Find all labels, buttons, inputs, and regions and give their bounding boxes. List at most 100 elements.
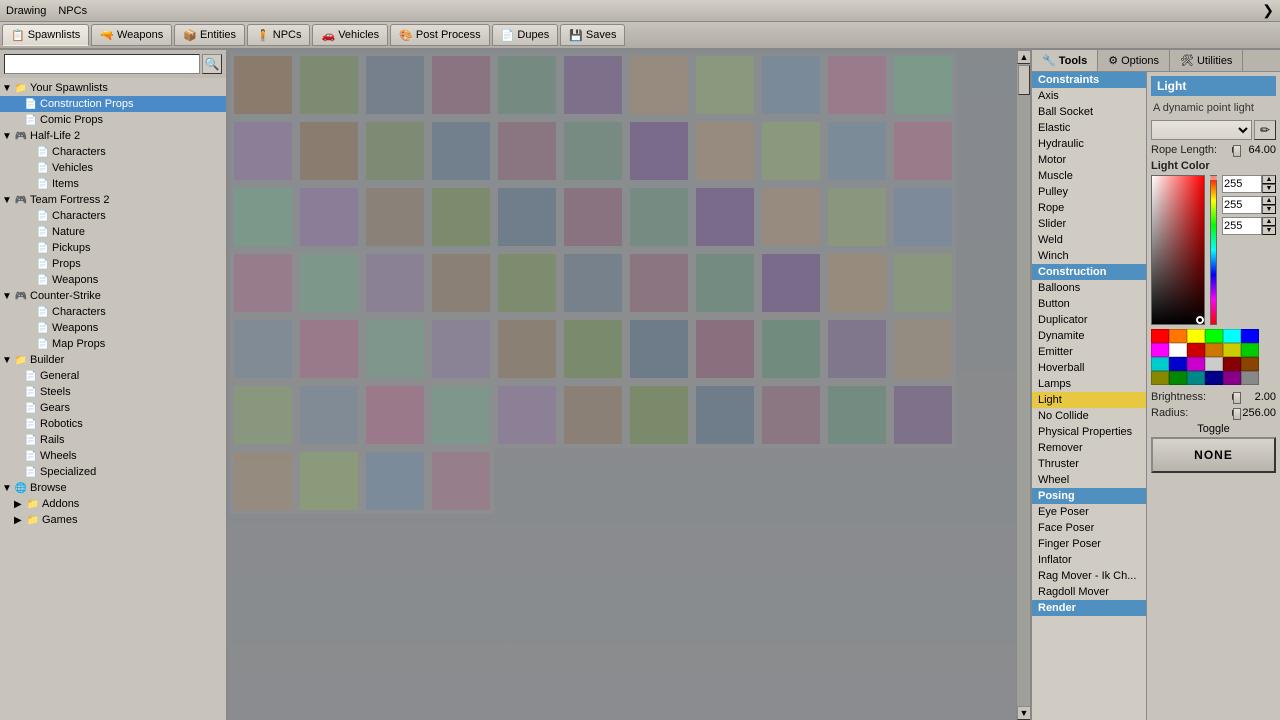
- grid-item[interactable]: [890, 118, 956, 184]
- tab-weapons[interactable]: 🔫 Weapons: [91, 24, 172, 46]
- color-swatch[interactable]: [1151, 357, 1169, 371]
- tree-item-your-spawnlists[interactable]: ▼ 📁 Your Spawnlists: [0, 80, 226, 96]
- construction-nocollide[interactable]: No Collide: [1032, 408, 1146, 424]
- rope-length-thumb[interactable]: [1233, 145, 1241, 157]
- constraint-axis[interactable]: Axis: [1032, 88, 1146, 104]
- grid-item[interactable]: [890, 382, 956, 448]
- grid-item[interactable]: [890, 250, 956, 316]
- constraint-winch[interactable]: Winch: [1032, 248, 1146, 264]
- posing-ragmover-ik[interactable]: Rag Mover - Ik Ch...: [1032, 568, 1146, 584]
- collapse-arrow[interactable]: ❯: [1262, 2, 1274, 19]
- color-swatch[interactable]: [1223, 329, 1241, 343]
- grid-item[interactable]: [230, 250, 296, 316]
- posing-face[interactable]: Face Poser: [1032, 520, 1146, 536]
- grid-item[interactable]: [230, 448, 296, 514]
- brightness-thumb[interactable]: [1233, 392, 1241, 404]
- constraint-ball-socket[interactable]: Ball Socket: [1032, 104, 1146, 120]
- construction-hoverball[interactable]: Hoverball: [1032, 360, 1146, 376]
- tree-item-addons[interactable]: ▶ 📁 Addons: [0, 496, 226, 512]
- grid-item[interactable]: [626, 118, 692, 184]
- color-swatch[interactable]: [1187, 357, 1205, 371]
- grid-item[interactable]: [428, 184, 494, 250]
- grid-item[interactable]: [494, 52, 560, 118]
- posing-eye[interactable]: Eye Poser: [1032, 504, 1146, 520]
- color-swatch[interactable]: [1169, 371, 1187, 385]
- color-swatch[interactable]: [1205, 357, 1223, 371]
- grid-item[interactable]: [296, 316, 362, 382]
- grid-item[interactable]: [560, 250, 626, 316]
- grid-item[interactable]: [428, 382, 494, 448]
- construction-button[interactable]: Button: [1032, 296, 1146, 312]
- menu-drawing[interactable]: Drawing: [6, 5, 46, 17]
- grid-item[interactable]: [560, 316, 626, 382]
- radius-thumb[interactable]: [1233, 408, 1241, 420]
- grid-item[interactable]: [824, 316, 890, 382]
- color-swatch[interactable]: [1151, 343, 1169, 357]
- tab-vehicles[interactable]: 🚗 Vehicles: [312, 24, 388, 46]
- construction-lamps[interactable]: Lamps: [1032, 376, 1146, 392]
- grid-item[interactable]: [560, 382, 626, 448]
- construction-balloons[interactable]: Balloons: [1032, 280, 1146, 296]
- grid-item[interactable]: [296, 118, 362, 184]
- color-gradient-picker[interactable]: [1151, 175, 1205, 325]
- menu-npcs[interactable]: NPCs: [58, 5, 87, 17]
- grid-item[interactable]: [494, 118, 560, 184]
- color-swatch[interactable]: [1241, 343, 1259, 357]
- rope-length-slider[interactable]: [1232, 147, 1234, 153]
- toggle-hl2[interactable]: ▼: [2, 131, 14, 142]
- grid-item[interactable]: [890, 184, 956, 250]
- tree-item-builder-gears[interactable]: 📄 Gears: [0, 400, 226, 416]
- grid-item[interactable]: [230, 316, 296, 382]
- toggle-your-spawnlists[interactable]: ▼: [2, 83, 14, 94]
- tree-item-construction-props[interactable]: 📄 Construction Props: [0, 96, 226, 112]
- color-swatch[interactable]: [1223, 371, 1241, 385]
- grid-item[interactable]: [560, 52, 626, 118]
- grid-item[interactable]: [362, 250, 428, 316]
- color-swatch[interactable]: [1241, 371, 1259, 385]
- grid-item[interactable]: [890, 52, 956, 118]
- grid-item[interactable]: [494, 184, 560, 250]
- grid-item[interactable]: [560, 118, 626, 184]
- toggle-browse[interactable]: ▼: [2, 483, 14, 494]
- grid-item[interactable]: [560, 184, 626, 250]
- tree-item-builder-general[interactable]: 📄 General: [0, 368, 226, 384]
- rgb-b-down[interactable]: ▼: [1262, 226, 1276, 235]
- color-swatch[interactable]: [1223, 343, 1241, 357]
- tab-entities[interactable]: 📦 Entities: [174, 24, 245, 46]
- tree-item-tf2-characters[interactable]: 📄 Characters: [0, 208, 226, 224]
- brightness-slider[interactable]: [1232, 394, 1234, 400]
- color-spectrum[interactable]: [1210, 175, 1217, 325]
- grid-item[interactable]: [692, 184, 758, 250]
- grid-item[interactable]: [626, 52, 692, 118]
- rgb-b-up[interactable]: ▲: [1262, 217, 1276, 226]
- edit-button[interactable]: ✏: [1254, 120, 1276, 140]
- vertical-scrollbar[interactable]: ▲ ▼: [1016, 50, 1030, 720]
- tab-saves[interactable]: 💾 Saves: [560, 24, 625, 46]
- grid-item[interactable]: [692, 316, 758, 382]
- grid-item[interactable]: [626, 316, 692, 382]
- tab-spawnlists[interactable]: 📋 Spawnlists: [2, 24, 89, 46]
- tab-dupes[interactable]: 📄 Dupes: [492, 24, 559, 46]
- construction-dynamite[interactable]: Dynamite: [1032, 328, 1146, 344]
- grid-item[interactable]: [428, 448, 494, 514]
- grid-item[interactable]: [824, 184, 890, 250]
- rgb-b-input[interactable]: [1222, 217, 1262, 235]
- toggle-builder[interactable]: ▼: [2, 355, 14, 366]
- grid-item[interactable]: [296, 184, 362, 250]
- tree-item-cs[interactable]: ▼ 🎮 Counter-Strike: [0, 288, 226, 304]
- rgb-g-input[interactable]: [1222, 196, 1262, 214]
- constraint-pulley[interactable]: Pulley: [1032, 184, 1146, 200]
- grid-item[interactable]: [362, 382, 428, 448]
- grid-item[interactable]: [494, 250, 560, 316]
- grid-item[interactable]: [362, 448, 428, 514]
- none-button[interactable]: NONE: [1151, 437, 1276, 473]
- rgb-g-down[interactable]: ▼: [1262, 205, 1276, 214]
- tree-item-cs-weapons[interactable]: 📄 Weapons: [0, 320, 226, 336]
- constraint-motor[interactable]: Motor: [1032, 152, 1146, 168]
- tree-item-builder-steels[interactable]: 📄 Steels: [0, 384, 226, 400]
- grid-item[interactable]: [230, 52, 296, 118]
- grid-item[interactable]: [494, 382, 560, 448]
- toggle-tf2[interactable]: ▼: [2, 195, 14, 206]
- grid-item[interactable]: [296, 448, 362, 514]
- grid-item[interactable]: [626, 250, 692, 316]
